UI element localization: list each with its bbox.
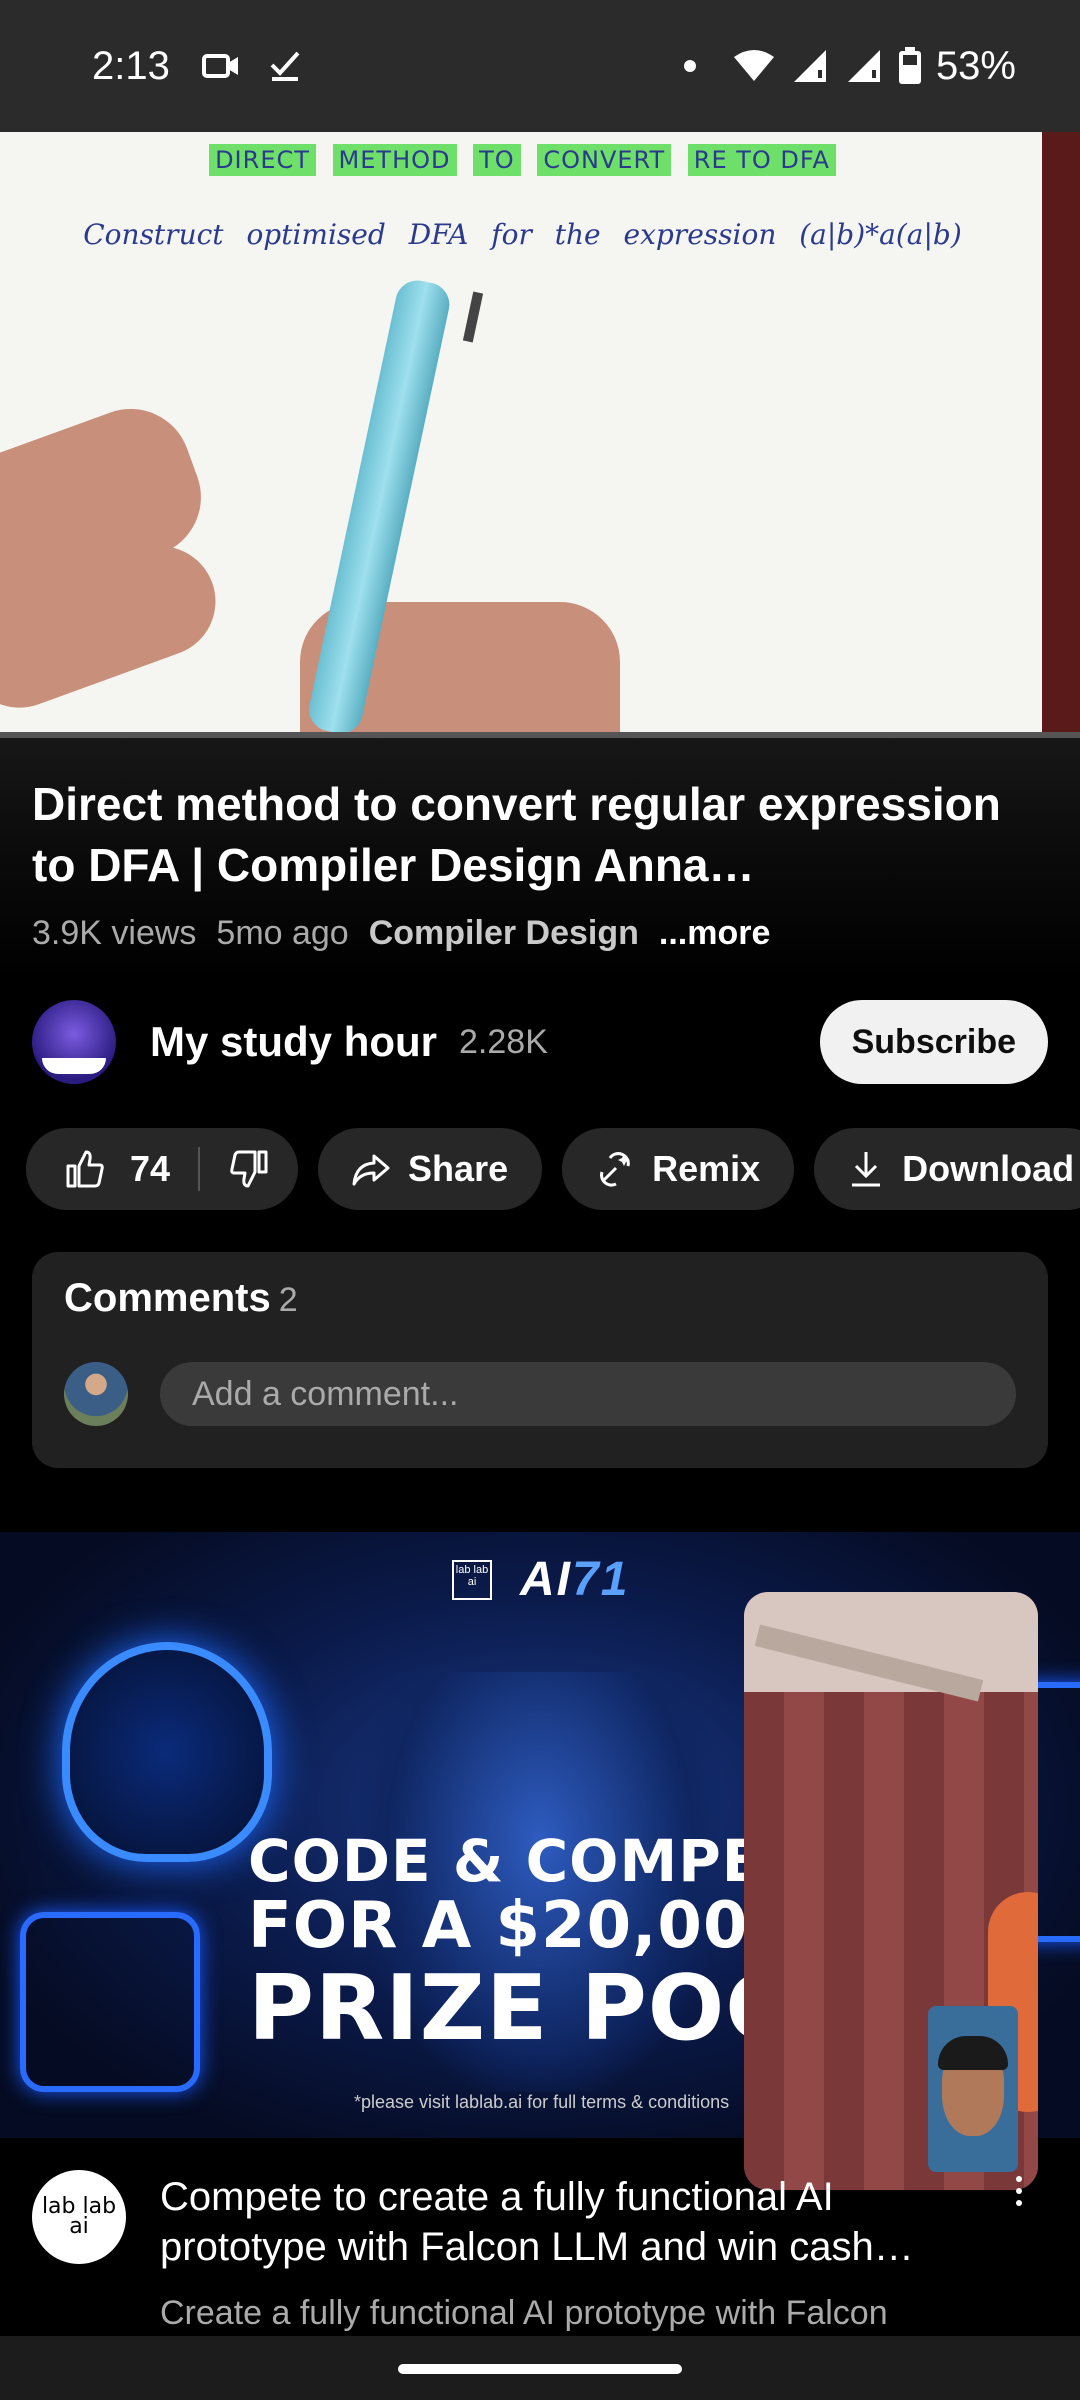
signal-icon [793, 50, 826, 82]
share-label: Share [408, 1148, 509, 1189]
download-label: Download [902, 1148, 1075, 1189]
system-nav-bar [0, 2336, 1080, 2400]
more-link[interactable]: ...more [659, 914, 770, 953]
ad-brand-logo: lab lab ai AI71 [452, 1552, 629, 1607]
pip-self-hair [938, 2036, 1008, 2070]
remix-label: Remix [652, 1148, 761, 1189]
ad-headline-line-3: PRIZE POC [248, 1956, 793, 2061]
video-player[interactable]: DIRECT METHOD TO CONVERT RE TO DFA Const… [0, 132, 1080, 738]
download-icon [852, 1152, 881, 1187]
channel-avatar[interactable] [32, 1000, 116, 1084]
user-avatar [64, 1362, 128, 1426]
status-bar: 2:13 53% [0, 0, 1080, 132]
comments-count: 2 [278, 1281, 298, 1319]
download-button[interactable]: Download [814, 1128, 1080, 1210]
pip-video-call[interactable] [744, 1592, 1038, 2190]
board-heading-word: RE TO DFA [687, 144, 836, 176]
share-button[interactable]: Share [318, 1128, 543, 1210]
camera-icon [201, 54, 238, 78]
like-icon[interactable] [64, 1148, 106, 1190]
ai71-logo: AI71 [520, 1552, 629, 1607]
lablab-logo: lab lab ai [452, 1559, 492, 1600]
board-line: Construct optimised DFA for the expressi… [83, 218, 962, 251]
ad-headline-line-1: CODE & COMPET [248, 1827, 803, 1895]
chair-graphic [20, 1912, 200, 2092]
like-dislike-pill: 74 [26, 1128, 299, 1210]
wifi-icon [733, 50, 774, 81]
video-frame-edge [1042, 132, 1080, 738]
remix-button[interactable]: Remix [562, 1128, 795, 1210]
checkmark-icon [270, 51, 300, 81]
action-bar: 74 Share Remix Download [26, 1128, 1080, 1210]
board-heading-word: METHOD [332, 144, 457, 176]
view-count: 3.9K views [32, 914, 197, 952]
comments-header: Comments 2 [64, 1276, 298, 1321]
share-icon [352, 1154, 390, 1186]
status-time: 2:13 [92, 43, 170, 88]
board-heading-word: CONVERT [537, 144, 672, 176]
upload-age: 5mo ago [216, 914, 349, 952]
like-count[interactable]: 74 [130, 1148, 170, 1190]
playlist-link[interactable]: Compiler Design [369, 914, 639, 953]
dislike-icon[interactable] [228, 1148, 270, 1190]
robot-head-graphic [62, 1642, 272, 1862]
comments-title: Comments [64, 1276, 271, 1320]
pip-self-view[interactable] [928, 2006, 1018, 2172]
ad-headline-line-2: FOR A $20,00 [248, 1889, 749, 1963]
add-comment-input[interactable]: Add a comment... [160, 1362, 1016, 1426]
ad-headline: CODE & COMPET FOR A $20,00 PRIZE POC [248, 1832, 803, 2054]
ad-fine-print: *please visit lablab.ai for full terms &… [354, 2092, 730, 2112]
battery-icon [898, 47, 921, 84]
channel-name[interactable]: My study hour [150, 1018, 437, 1066]
notification-dot-icon [683, 60, 696, 72]
video-info-panel: Direct method to convert regular express… [0, 738, 1080, 1528]
more-vert-icon[interactable] [1004, 2176, 1034, 2236]
battery-percent: 53% [935, 43, 1016, 88]
video-meta[interactable]: 3.9K views 5mo ago Compiler Design ...mo… [32, 914, 770, 953]
next-video-description: Create a fully functional AI prototype w… [160, 2294, 888, 2332]
video-title[interactable]: Direct method to convert regular express… [32, 774, 1052, 896]
comments-panel[interactable]: Comments 2 Add a comment... [32, 1252, 1048, 1468]
next-video-title[interactable]: Compete to create a fully functional AI … [160, 2172, 1000, 2272]
ai71-prefix: AI [520, 1553, 572, 1606]
board-heading: DIRECT METHOD TO CONVERT RE TO DFA [0, 144, 1045, 176]
board-heading-word: TO [473, 144, 521, 176]
subscriber-count: 2.28K [459, 1022, 548, 1061]
board-heading-word: DIRECT [209, 144, 316, 176]
signal-icon-2 [847, 50, 880, 82]
subscribe-button[interactable]: Subscribe [819, 1000, 1048, 1084]
channel-row: My study hour 2.28K Subscribe [32, 1000, 1048, 1084]
ai71-number: 71 [572, 1553, 630, 1606]
remix-icon [600, 1152, 631, 1187]
home-gesture-handle[interactable] [398, 2364, 682, 2374]
next-video-channel-avatar[interactable]: lab lab ai [32, 2170, 126, 2264]
like-separator [198, 1147, 201, 1191]
